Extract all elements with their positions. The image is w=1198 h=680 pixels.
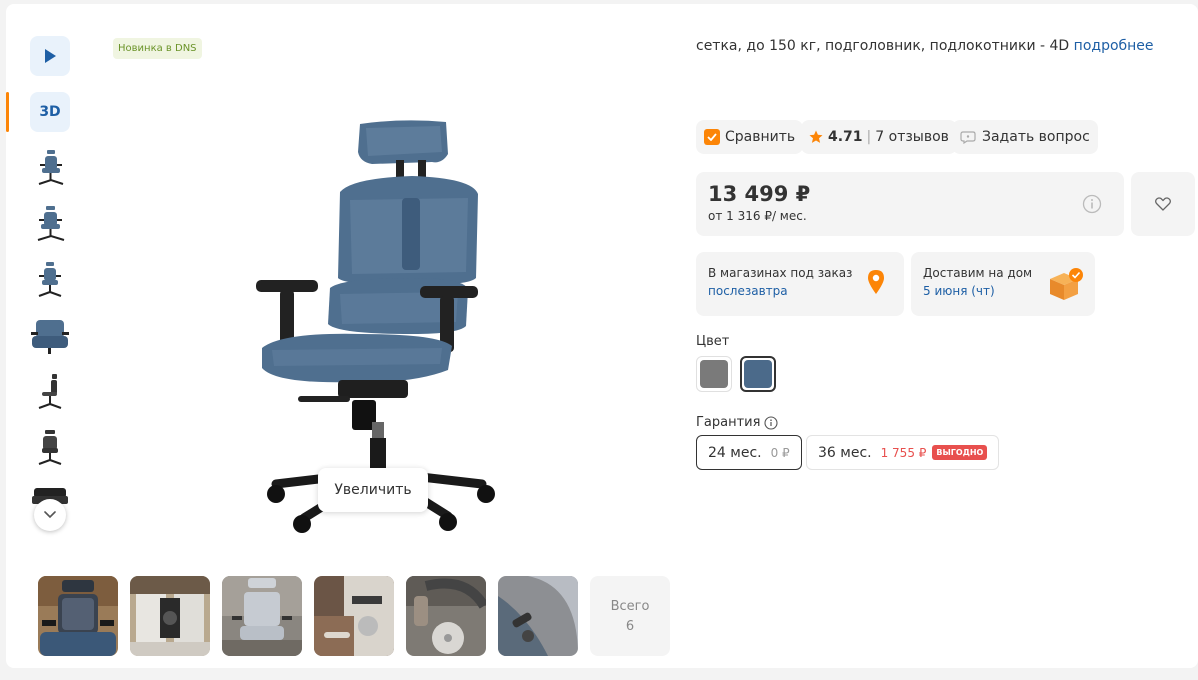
user-photo-thumbnail-4[interactable] — [314, 576, 394, 656]
warranty-option-24[interactable]: 24 мес. 0 ₽ — [696, 435, 802, 470]
product-card: 3D Новинка в DNS Увеличить Всего 6 сетка… — [6, 4, 1198, 668]
checkmark-icon — [707, 133, 717, 141]
zoom-button[interactable]: Увеличить — [318, 468, 428, 512]
user-photo-thumbnail-2[interactable] — [130, 576, 210, 656]
box-unpacking-photo-image — [130, 576, 210, 656]
store-availability-title: В магазинах под заказ — [708, 266, 853, 280]
assembly-photo-image — [314, 576, 394, 656]
chevron-down-icon — [44, 511, 56, 519]
image-thumbnail-2[interactable] — [30, 204, 70, 244]
user-photo-thumbnail-6[interactable] — [498, 576, 578, 656]
image-thumbnail-4[interactable] — [30, 316, 70, 356]
3d-label: 3D — [39, 104, 61, 120]
short-specs: сетка, до 150 кг, подголовник, подлокотн… — [696, 38, 1154, 54]
rating-reviews-button[interactable]: 4.71 | 7 отзывов — [801, 120, 957, 154]
image-thumbnail-5[interactable] — [30, 372, 70, 412]
ask-question-label: Задать вопрос — [982, 129, 1090, 145]
warranty-label-row: Гарантия — [696, 415, 779, 430]
specs-text: сетка, до 150 кг, подголовник, подлокотн… — [696, 38, 1070, 54]
compare-button[interactable]: Сравнить — [696, 120, 804, 154]
delivery-date[interactable]: 5 июня (чт) — [923, 284, 995, 298]
new-badge: Новинка в DNS — [113, 38, 202, 59]
star-icon — [809, 130, 823, 143]
price-value: 13 499 ₽ — [708, 182, 811, 206]
warranty-option-36[interactable]: 36 мес. 1 755 ₽ ВЫГОДНО — [806, 435, 1000, 470]
chair-photo-image — [38, 576, 118, 656]
map-pin-icon — [868, 270, 884, 294]
all-photos-label: Всего — [610, 598, 650, 614]
color-swatch-grey-fill — [700, 360, 728, 388]
chair-in-room-photo-image — [222, 576, 302, 656]
price-block: 13 499 ₽ от 1 316 ₽/ мес. — [696, 172, 1124, 236]
compare-label: Сравнить — [725, 129, 796, 145]
credit-price[interactable]: от 1 316 ₽/ мес. — [708, 209, 807, 223]
specs-more-link[interactable]: подробнее — [1074, 38, 1154, 54]
video-thumbnail[interactable] — [30, 36, 70, 76]
all-photos-count: 6 — [625, 618, 635, 634]
chair-thumbnail-icon — [38, 430, 62, 465]
compare-checkbox[interactable] — [704, 129, 720, 145]
color-label: Цвет — [696, 334, 730, 349]
rating-separator: | — [866, 129, 872, 145]
delivery-box-icon — [1050, 268, 1083, 300]
thumbnails-scroll-down-button[interactable] — [34, 499, 66, 531]
chair-thumbnail-icon — [38, 262, 62, 297]
user-photo-thumbnail-1[interactable] — [38, 576, 118, 656]
chair-thumbnail-icon — [38, 374, 62, 409]
warranty-price: 1 755 ₽ — [880, 445, 927, 460]
play-icon — [45, 49, 56, 63]
warranty-price: 0 ₽ — [770, 445, 790, 460]
rating-value: 4.71 — [828, 129, 863, 145]
store-availability-block[interactable]: В магазинах под заказ послезавтра — [696, 252, 904, 316]
wishlist-button[interactable] — [1131, 172, 1195, 236]
home-delivery-block[interactable]: Доставим на дом 5 июня (чт) — [911, 252, 1095, 316]
profitable-badge: ВЫГОДНО — [932, 445, 988, 460]
delivery-title: Доставим на дом — [923, 266, 1033, 280]
user-photo-thumbnail-3[interactable] — [222, 576, 302, 656]
question-bubble-icon — [960, 131, 976, 144]
mechanism-closeup-photo-image — [406, 576, 486, 656]
info-icon[interactable] — [764, 415, 779, 430]
image-thumbnail-3[interactable] — [30, 260, 70, 300]
warranty-term: 36 мес. — [818, 444, 872, 461]
mesh-closeup-photo-image — [498, 576, 578, 656]
warranty-term: 24 мес. — [708, 444, 762, 461]
3d-view-thumbnail[interactable]: 3D — [6, 92, 70, 132]
chair-thumbnail-icon — [31, 320, 69, 354]
color-swatch-grey[interactable] — [696, 356, 732, 392]
heart-icon — [1155, 197, 1171, 211]
image-thumbnail-6[interactable] — [30, 428, 70, 468]
ask-question-button[interactable]: Задать вопрос — [952, 120, 1098, 154]
warranty-label: Гарантия — [696, 415, 761, 430]
chair-thumbnail-icon — [37, 206, 65, 241]
reviews-count: 7 отзывов — [875, 129, 949, 145]
info-icon[interactable] — [1082, 194, 1102, 214]
chair-thumbnail-icon — [38, 150, 64, 185]
color-swatch-blue[interactable] — [740, 356, 776, 392]
all-photos-button[interactable]: Всего 6 — [590, 576, 670, 656]
image-thumbnail-1[interactable] — [30, 148, 70, 188]
user-photo-thumbnail-5[interactable] — [406, 576, 486, 656]
store-availability-date[interactable]: послезавтра — [708, 284, 788, 298]
color-swatch-blue-fill — [744, 360, 772, 388]
